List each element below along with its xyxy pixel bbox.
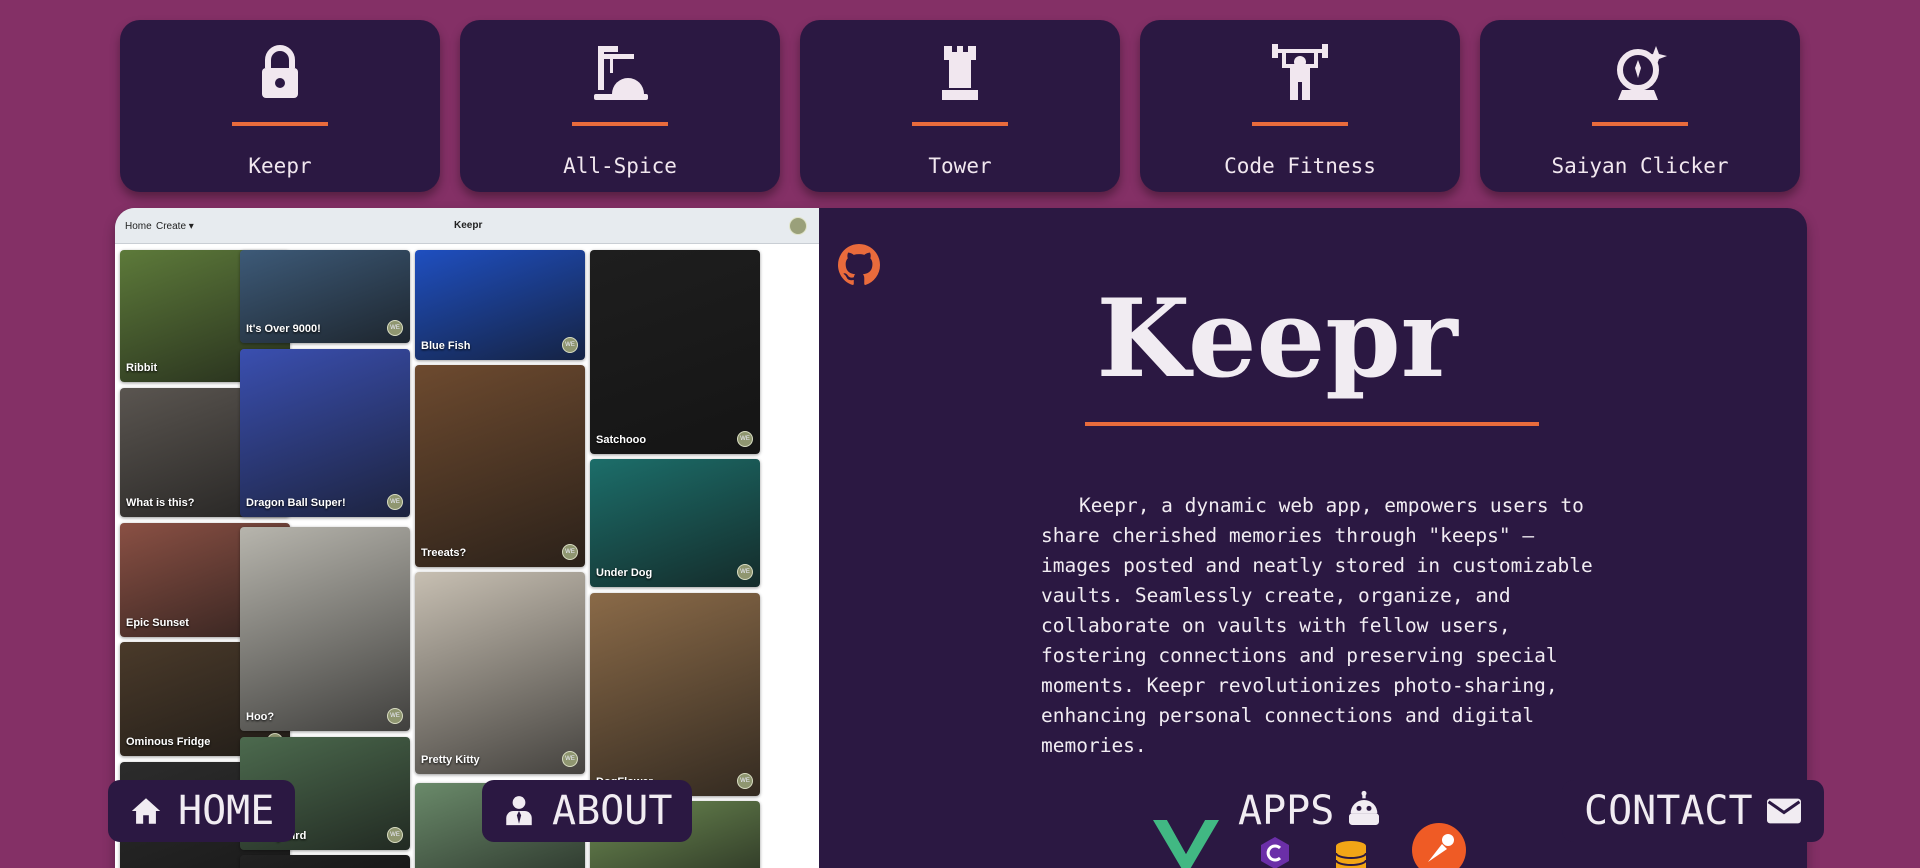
avatar: WE [737, 773, 753, 789]
database-icon [1335, 841, 1367, 868]
github-icon[interactable] [838, 244, 880, 286]
keep-card[interactable]: Under Dog WE [590, 459, 760, 587]
avatar: WE [737, 431, 753, 447]
avatar: WE [562, 337, 578, 353]
project-showcase: Home Create ▾ Keepr Ribbit WE What is this… [115, 208, 1807, 868]
app-card-underline [232, 122, 328, 126]
apps-nav-label: APPS [1238, 788, 1335, 834]
apps-nav-button[interactable]: APPS [1238, 780, 1379, 842]
contact-nav-button[interactable]: CONTACT [1562, 780, 1824, 842]
keep-card-title: Satchooo [596, 434, 647, 446]
preview-navbar: Home Create ▾ Keepr [115, 208, 819, 244]
stand-mixer-icon [594, 46, 648, 100]
keep-card-title: Ribbit [126, 362, 158, 374]
app-card-label: Keepr [248, 154, 312, 178]
keep-card-title: It's Over 9000! [246, 323, 321, 335]
keep-card[interactable]: Blue Fish WE [415, 250, 585, 360]
keep-card[interactable]: DogFlowerWE [590, 593, 760, 796]
keep-card-title: What is this? [126, 497, 195, 509]
chess-rook-icon [942, 46, 978, 100]
avatar: WE [387, 320, 403, 336]
app-card-label: Code Fitness [1224, 154, 1376, 178]
home-icon [131, 798, 161, 824]
keep-card[interactable]: Hoo? WE [240, 527, 410, 731]
crystal-ball-icon [1617, 46, 1667, 100]
app-card-underline [1252, 122, 1348, 126]
app-cards-row: Keepr All-Spice Tower Code Fitness Saiya… [120, 20, 1800, 192]
keep-card-title: Epic Sunset [126, 617, 189, 629]
project-title: Keepr [1096, 276, 1458, 402]
keep-card[interactable]: Pretty Kitty WE [415, 572, 585, 774]
avatar: WE [562, 751, 578, 767]
keep-card-title: Pretty Kitty [421, 754, 480, 766]
avatar: WE [737, 564, 753, 580]
keep-card[interactable]: Dragon Ball Super! WE [240, 349, 410, 517]
keep-card[interactable]: It's Over 9000! WE [240, 250, 410, 343]
keep-card-title: Ominous Fridge [126, 736, 211, 748]
avatar: WE [387, 708, 403, 724]
vue-icon [1153, 820, 1219, 868]
keep-card[interactable]: Treeats? WE [415, 365, 585, 567]
weightlifter-icon [1272, 44, 1328, 100]
avatar: WE [387, 827, 403, 843]
app-card-underline [1592, 122, 1688, 126]
keep-card-title: Treeats? [421, 547, 467, 559]
preview-nav-create: Create ▾ [156, 221, 194, 232]
avatar: WE [562, 544, 578, 560]
title-underline [1085, 422, 1539, 426]
preview-nav-brand: Keepr [454, 220, 483, 231]
keep-card-title: Hoo? [246, 711, 275, 723]
home-nav-label: HOME [178, 788, 275, 834]
keep-card-title: Under Dog [596, 567, 653, 579]
avatar [789, 217, 807, 235]
keep-card-title: Blue Fish [421, 340, 471, 352]
app-card-code-fitness[interactable]: Code Fitness [1140, 20, 1460, 192]
app-card-tower[interactable]: Tower [800, 20, 1120, 192]
about-nav-button[interactable]: ABOUT [482, 780, 692, 842]
app-card-label: All-Spice [563, 154, 677, 178]
app-card-label: Saiyan Clicker [1551, 154, 1729, 178]
about-nav-label: ABOUT [552, 788, 673, 834]
keep-card-title: Dragon Ball Super! [246, 497, 346, 509]
app-card-underline [572, 122, 668, 126]
mail-icon [1767, 798, 1801, 824]
robot-icon [1349, 790, 1379, 825]
keep-card[interactable] [240, 855, 410, 868]
app-card-saiyan-clicker[interactable]: Saiyan Clicker [1480, 20, 1800, 192]
lock-icon [262, 45, 298, 98]
keep-card[interactable]: Satchooo WE [590, 250, 760, 454]
project-preview-screenshot: Home Create ▾ Keepr Ribbit WE What is this… [115, 208, 819, 868]
home-nav-button[interactable]: HOME [108, 780, 295, 842]
app-card-keepr[interactable]: Keepr [120, 20, 440, 192]
avatar: WE [387, 494, 403, 510]
app-card-underline [912, 122, 1008, 126]
person-icon [506, 796, 532, 826]
postman-icon [1412, 823, 1466, 868]
app-card-all-spice[interactable]: All-Spice [460, 20, 780, 192]
app-card-label: Tower [928, 154, 992, 178]
project-description: Keepr, a dynamic web app, empowers users… [1041, 494, 1593, 757]
preview-nav-home: Home [125, 221, 152, 232]
contact-nav-label: CONTACT [1584, 788, 1753, 834]
